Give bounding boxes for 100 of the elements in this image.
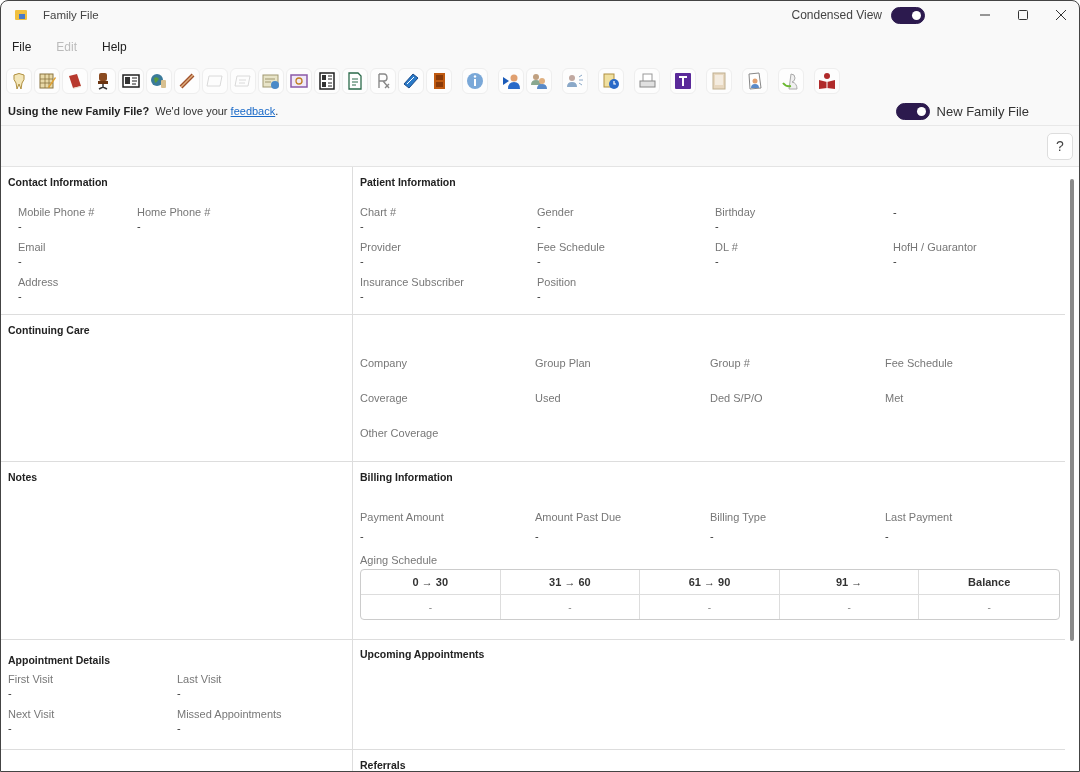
new-family-file-label: New Family File <box>936 103 1029 119</box>
toolbar-button[interactable] <box>398 68 424 94</box>
column-header: 91 → <box>779 570 920 595</box>
field-label: HofH / Guarantor <box>893 240 977 254</box>
field-label: Payment Amount <box>360 510 444 524</box>
close-icon[interactable] <box>1055 9 1067 21</box>
field-label: Other Coverage <box>360 426 439 440</box>
column-header: 61 → 90 <box>640 570 780 595</box>
section-title: Appointment Details <box>8 654 111 666</box>
field-value: - <box>360 529 364 544</box>
maximize-icon[interactable] <box>1017 9 1029 21</box>
frame-picture-icon <box>709 71 729 91</box>
column-header: Balance <box>919 570 1059 595</box>
field-label: First Visit <box>8 672 54 686</box>
section-title: Notes <box>8 471 38 483</box>
field-label: Coverage <box>360 391 408 405</box>
toolbar-button[interactable] <box>498 68 524 94</box>
table-cell-text: - <box>986 600 992 615</box>
notebook-icon <box>401 71 421 91</box>
new-family-file-toggle[interactable] <box>895 102 930 120</box>
toolbar-button[interactable] <box>314 68 340 94</box>
field-value: - <box>710 529 714 544</box>
field-value: - <box>360 254 364 269</box>
section-title: Upcoming Appointments <box>360 648 485 660</box>
field-label: Fee Schedule <box>885 356 953 370</box>
toolbar-button[interactable] <box>174 68 200 94</box>
field-value: - <box>8 686 12 701</box>
toolbar-button[interactable] <box>426 68 452 94</box>
info-icon <box>465 71 485 91</box>
field-value: - <box>537 254 541 269</box>
column-header: 0 → 30 <box>361 570 501 595</box>
field-value: - <box>885 529 889 544</box>
field-label: Chart # <box>360 205 397 219</box>
menu-item[interactable]: File <box>12 40 32 54</box>
field-value: - <box>177 721 181 736</box>
field-label: Aging Schedule <box>360 553 438 567</box>
toolbar-button[interactable] <box>118 68 144 94</box>
table-cell: - <box>500 595 641 619</box>
section-title: Referrals <box>360 759 406 771</box>
field-value: - <box>715 254 719 269</box>
table-cell: - <box>361 595 501 619</box>
field-label: Provider <box>360 240 401 254</box>
window-title: Family File <box>43 9 99 21</box>
condensed-view-toggle[interactable] <box>891 6 925 24</box>
field-label: Birthday <box>715 205 756 219</box>
field-value: - <box>18 289 22 304</box>
feedback-message: Using the new Family File? We'd love your feedback. <box>8 105 279 117</box>
people-icon <box>529 71 549 91</box>
toolbar-button[interactable] <box>62 68 88 94</box>
field-label: Email <box>18 240 46 254</box>
field-label: Billing Type <box>710 510 767 524</box>
field-value: - <box>535 529 539 544</box>
field-label: Insurance Subscriber <box>360 275 464 289</box>
field-label: Met <box>885 391 904 405</box>
toolbar-button[interactable] <box>90 68 116 94</box>
field-label: Company <box>360 356 408 370</box>
field-label: Gender <box>537 205 574 219</box>
field-label: Fee Schedule <box>537 240 605 254</box>
field-label: Last Visit <box>177 672 222 686</box>
field-label: Last Payment <box>885 510 953 524</box>
person-document-icon <box>745 71 765 91</box>
table-cell: - <box>640 595 780 619</box>
globe-icon <box>149 71 169 91</box>
condensed-view-label: Condensed View <box>791 8 882 22</box>
field-value: - <box>893 205 897 220</box>
field-label: Group Plan <box>535 356 591 370</box>
section-title: Contact Information <box>8 176 108 188</box>
clock-document-icon <box>601 71 621 91</box>
help-button[interactable]: ? <box>1047 132 1073 160</box>
scrollbar-thumb[interactable] <box>1070 179 1075 641</box>
field-value: - <box>537 289 541 304</box>
field-value: - <box>360 289 364 304</box>
field-value: - <box>137 219 141 234</box>
field-value: - <box>715 219 719 234</box>
section-title: Continuing Care <box>8 324 90 336</box>
field-label: Mobile Phone # <box>18 205 95 219</box>
column-header: 31 → 60 <box>500 570 641 595</box>
field-label: Home Phone # <box>137 205 211 219</box>
toolbar-button[interactable] <box>670 68 696 94</box>
field-label: Group # <box>710 356 750 370</box>
field-label: Ded S/P/O <box>710 391 763 405</box>
id-card-icon <box>121 71 141 91</box>
section-title: Patient Information <box>360 176 456 188</box>
field-value: - <box>893 254 897 269</box>
menu-item[interactable]: Help <box>102 40 127 54</box>
field-label: Next Visit <box>8 707 55 721</box>
table-cell: - <box>779 595 920 619</box>
field-label: Used <box>535 391 561 405</box>
field-label: Position <box>537 275 577 289</box>
document-icon <box>345 71 365 91</box>
field-label: Address <box>18 275 59 289</box>
field-label: Amount Past Due <box>535 510 622 524</box>
toolbar-button[interactable] <box>814 68 840 94</box>
email-icon <box>289 71 309 91</box>
field-value: - <box>360 219 364 234</box>
field-value: - <box>8 721 12 736</box>
calendar-icon <box>261 71 281 91</box>
field-value: - <box>177 686 181 701</box>
layout-icon <box>317 71 337 91</box>
app-icon <box>14 9 28 21</box>
